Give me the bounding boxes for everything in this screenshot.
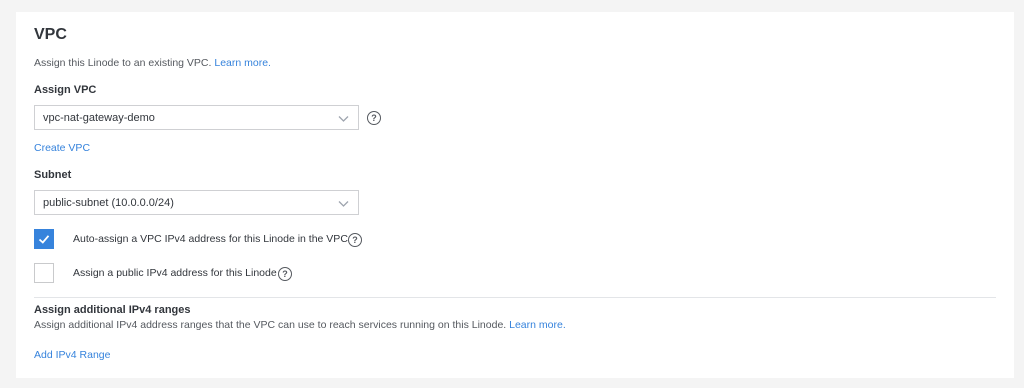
additional-ranges-title: Assign additional IPv4 ranges (34, 304, 191, 316)
assign-vpc-value: vpc-nat-gateway-demo (43, 111, 155, 124)
auto-assign-label: Auto-assign a VPC IPv4 address for this … (73, 233, 348, 245)
chevron-down-icon (338, 116, 349, 122)
assign-vpc-help-icon[interactable]: ? (367, 111, 381, 125)
auto-assign-checkbox[interactable] (34, 229, 54, 249)
add-ipv4-range-link[interactable]: Add IPv4 Range (34, 349, 110, 361)
section-description: Assign this Linode to an existing VPC. L… (34, 57, 271, 69)
chevron-down-icon (338, 201, 349, 207)
public-ipv4-checkbox[interactable] (34, 263, 54, 283)
assign-vpc-select[interactable]: vpc-nat-gateway-demo (34, 105, 359, 130)
learn-more-link[interactable]: Learn more. (214, 57, 271, 69)
auto-assign-help-icon[interactable]: ? (348, 233, 362, 247)
subnet-select[interactable]: public-subnet (10.0.0.0/24) (34, 190, 359, 215)
additional-ranges-description-text: Assign additional IPv4 address ranges th… (34, 319, 507, 331)
additional-ranges-learn-more-link[interactable]: Learn more. (509, 319, 566, 331)
section-divider (34, 297, 996, 298)
additional-ranges-description: Assign additional IPv4 address ranges th… (34, 319, 566, 331)
subnet-value: public-subnet (10.0.0.0/24) (43, 196, 174, 209)
public-ipv4-help-icon[interactable]: ? (278, 267, 292, 281)
section-description-text: Assign this Linode to an existing VPC. (34, 57, 212, 69)
subnet-label: Subnet (34, 169, 72, 181)
create-vpc-link[interactable]: Create VPC (34, 142, 90, 154)
vpc-panel: VPC Assign this Linode to an existing VP… (16, 12, 1014, 378)
section-title: VPC (34, 26, 67, 43)
assign-vpc-label: Assign VPC (34, 84, 97, 96)
public-ipv4-label: Assign a public IPv4 address for this Li… (73, 267, 277, 279)
checkmark-icon (38, 235, 50, 244)
